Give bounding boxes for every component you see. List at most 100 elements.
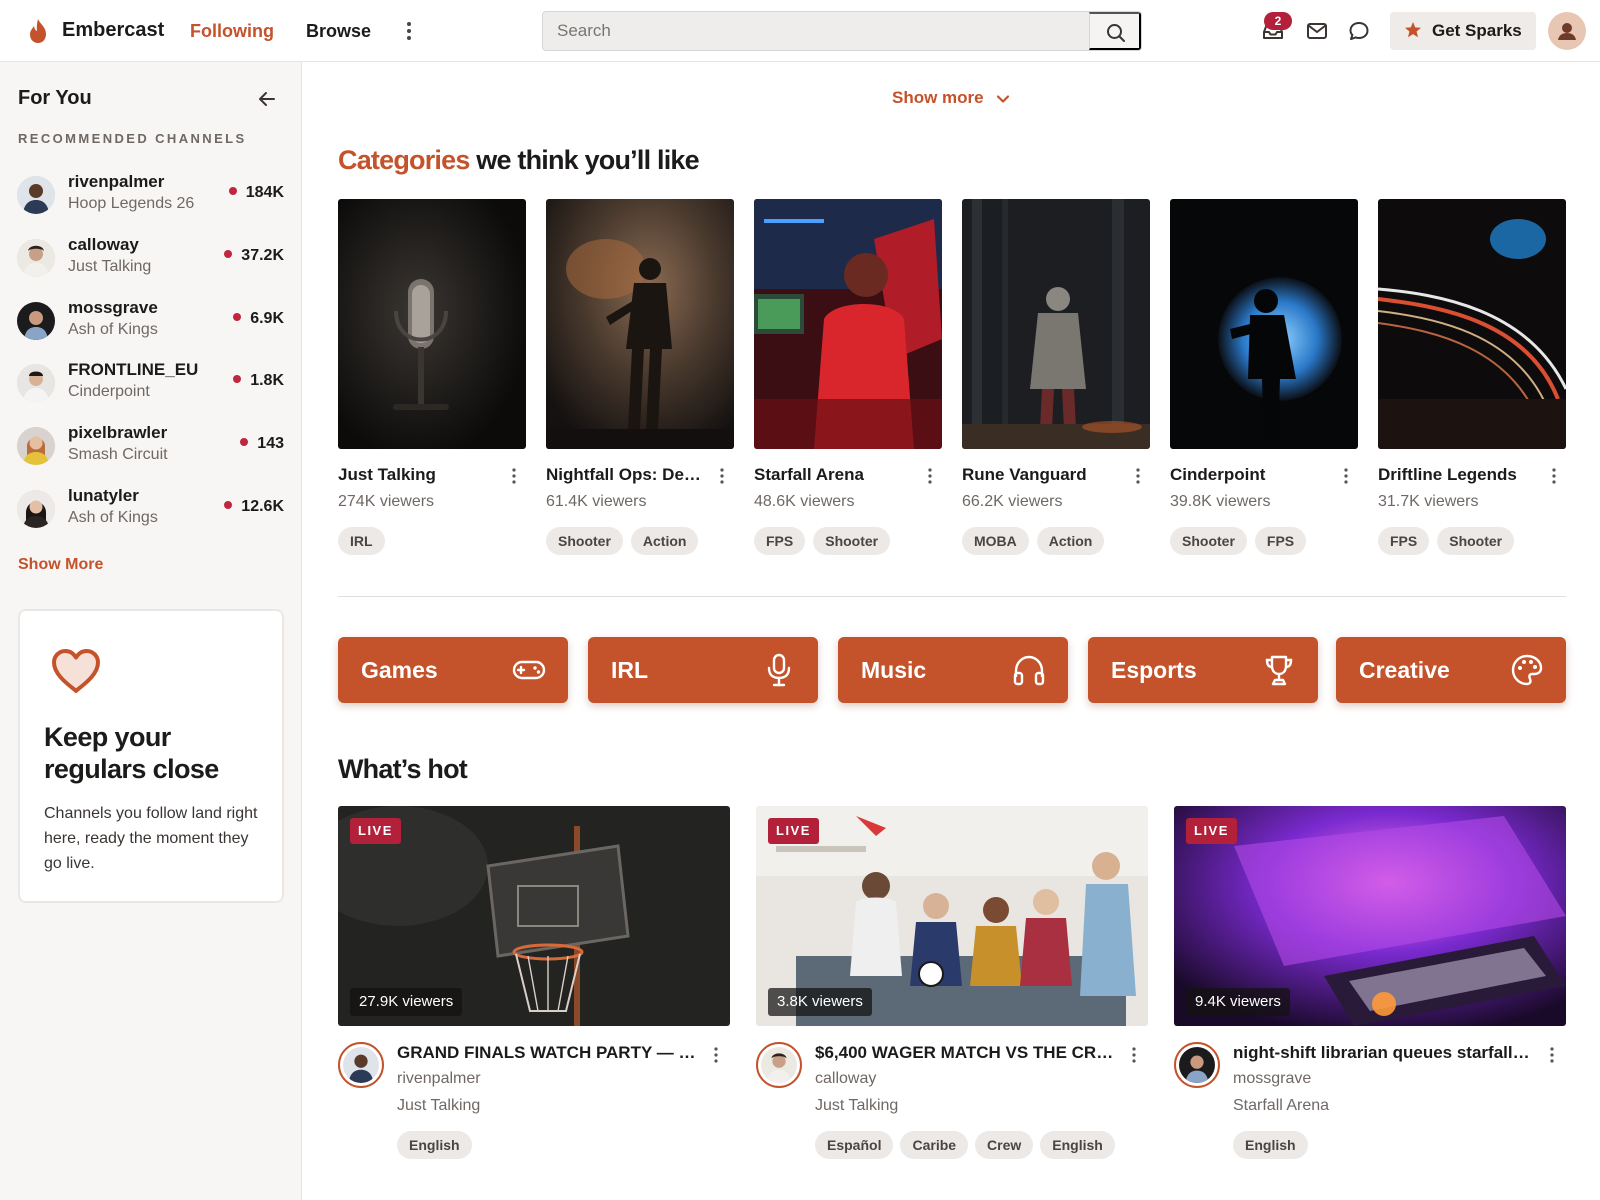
stream-tags: English (397, 1131, 472, 1159)
tag-pill[interactable]: IRL (338, 527, 385, 555)
genre-label: IRL (611, 657, 649, 683)
more-vertical-icon[interactable] (712, 1046, 720, 1064)
get-sparks-button[interactable]: Get Sparks (1390, 12, 1536, 50)
more-vertical-icon[interactable] (1342, 467, 1350, 485)
tag-pill[interactable]: Action (630, 527, 699, 555)
person-avatar-icon (17, 364, 55, 402)
category-name[interactable]: Driftline Legends (1378, 465, 1538, 485)
category-card[interactable]: Driftline Legends 31.7K viewers FPS Shoo… (1378, 199, 1566, 559)
category-card[interactable]: Cinderpoint 39.8K viewers Shooter FPS (1170, 199, 1358, 559)
stream-channel-name[interactable]: rivenpalmer (397, 1070, 481, 1088)
genre-button-music[interactable]: Music (838, 637, 1068, 703)
tag-pill[interactable]: MOBA (962, 527, 1029, 555)
tag-pill[interactable]: Crew (975, 1131, 1034, 1159)
tag-pill[interactable]: English (397, 1131, 472, 1159)
avatar[interactable] (756, 1042, 802, 1088)
avatar (17, 490, 55, 528)
tag-pill[interactable]: Shooter (546, 527, 623, 555)
search-input[interactable] (543, 12, 1091, 50)
genre-button-irl[interactable]: IRL (588, 637, 818, 703)
tag-pill[interactable]: Caribe (900, 1131, 969, 1159)
stream-title[interactable]: $6,400 WAGER MATCH VS THE CREW (815, 1043, 1115, 1063)
tag-pill[interactable]: Shooter (1437, 527, 1515, 555)
category-cover-image[interactable] (546, 199, 734, 449)
tag-pill[interactable]: FPS (1254, 527, 1307, 555)
stream-thumbnail[interactable]: LIVE 9.4K viewers (1174, 806, 1566, 1026)
stream-thumbnail[interactable]: LIVE 3.8K viewers (756, 806, 1148, 1026)
category-cover-image[interactable] (1378, 199, 1566, 449)
stream-game-name[interactable]: Starfall Arena (1233, 1097, 1329, 1115)
tag-pill[interactable]: English (1233, 1131, 1308, 1159)
category-name[interactable]: Rune Vanguard (962, 465, 1122, 485)
category-cover-image[interactable] (754, 199, 942, 449)
genre-button-creative[interactable]: Creative (1336, 637, 1566, 703)
whats-hot-heading: What’s hot (338, 754, 468, 784)
brand-name[interactable]: Embercast (62, 19, 164, 42)
user-avatar[interactable] (1548, 12, 1586, 50)
person-avatar-icon (761, 1047, 797, 1083)
nav-following[interactable]: Following (190, 21, 274, 42)
avatar[interactable] (338, 1042, 384, 1088)
microphone-cover-image (338, 199, 526, 449)
chat-bubble-icon[interactable] (1346, 18, 1372, 44)
sidebar-channel-item[interactable]: pixelbrawler Smash Circuit 143 (0, 423, 302, 483)
sidebar-channel-item[interactable]: lunatyler Ash of Kings 12.6K (0, 486, 302, 546)
stream-game-name[interactable]: Just Talking (815, 1097, 898, 1115)
stream-channel-name[interactable]: calloway (815, 1070, 876, 1088)
more-vertical-icon[interactable] (510, 467, 518, 485)
more-vertical-icon[interactable] (1548, 1046, 1556, 1064)
tag-pill[interactable]: Shooter (813, 527, 891, 555)
live-badge: LIVE (350, 818, 401, 844)
stream-title[interactable]: night-shift librarian queues starfall ar… (1233, 1043, 1533, 1063)
stream-title[interactable]: GRAND FINALS WATCH PARTY — HOOP LEGENDS … (397, 1043, 697, 1063)
category-cover-image[interactable] (338, 199, 526, 449)
genre-button-esports[interactable]: Esports (1088, 637, 1318, 703)
category-name[interactable]: Just Talking (338, 465, 498, 485)
stream-channel-name[interactable]: mossgrave (1233, 1070, 1311, 1088)
category-card[interactable]: Starfall Arena 48.6K viewers FPS Shooter (754, 199, 942, 559)
category-name[interactable]: Nightfall Ops: Deadzone (546, 465, 706, 485)
sidebar-channel-item[interactable]: calloway Just Talking 37.2K (0, 235, 302, 295)
tag-pill[interactable]: FPS (754, 527, 806, 555)
stream-game-name[interactable]: Just Talking (397, 1097, 480, 1115)
category-card[interactable]: Just Talking 274K viewers IRL (338, 199, 526, 559)
search-button[interactable] (1089, 12, 1141, 50)
genre-button-games[interactable]: Games (338, 637, 568, 703)
sidebar-channel-item[interactable]: rivenpalmer Hoop Legends 26 184K (0, 172, 302, 232)
person-avatar-icon (17, 302, 55, 340)
search-icon (1107, 24, 1125, 42)
sidebar-show-more-link[interactable]: Show More (18, 556, 103, 574)
flame-logo-icon[interactable] (26, 18, 50, 44)
more-vertical-icon[interactable] (1130, 1046, 1138, 1064)
tag-pill[interactable]: Español (815, 1131, 894, 1159)
more-vertical-icon[interactable] (1550, 467, 1558, 485)
category-card[interactable]: Nightfall Ops: Deadzone 61.4K viewers Sh… (546, 199, 734, 559)
stream-thumbnail[interactable]: LIVE 27.9K viewers (338, 806, 730, 1026)
stream-card[interactable]: LIVE 27.9K viewers GRAND FINALS WATCH PA… (338, 806, 730, 1196)
category-card[interactable]: Rune Vanguard 66.2K viewers MOBA Action (962, 199, 1150, 559)
tag-pill[interactable]: English (1040, 1131, 1115, 1159)
category-name[interactable]: Starfall Arena (754, 465, 914, 485)
person-avatar-icon (343, 1047, 379, 1083)
more-vertical-icon[interactable] (926, 467, 934, 485)
tag-pill[interactable]: Shooter (1170, 527, 1247, 555)
stream-viewer-count: 3.8K viewers (768, 988, 872, 1016)
category-cover-image[interactable] (962, 199, 1150, 449)
more-vertical-icon[interactable] (718, 467, 726, 485)
collapse-arrow-left-icon[interactable] (256, 88, 278, 110)
sidebar-channel-item[interactable]: mossgrave Ash of Kings 6.9K (0, 298, 302, 358)
category-name[interactable]: Cinderpoint (1170, 465, 1330, 485)
tag-pill[interactable]: Action (1036, 527, 1105, 555)
category-cover-image[interactable] (1170, 199, 1358, 449)
tag-pill[interactable]: FPS (1378, 527, 1430, 555)
avatar[interactable] (1174, 1042, 1220, 1088)
stream-card[interactable]: LIVE 9.4K viewers night-shift librarian … (1174, 806, 1566, 1196)
more-vertical-icon[interactable] (1134, 467, 1142, 485)
trophy-icon (1265, 655, 1293, 686)
more-vertical-icon[interactable] (400, 19, 418, 43)
nav-browse[interactable]: Browse (306, 21, 371, 42)
mail-icon[interactable] (1304, 18, 1330, 44)
show-more-button[interactable]: Show more (892, 88, 1010, 108)
stream-card[interactable]: LIVE 3.8K viewers $6,400 WAGER MATCH VS … (756, 806, 1148, 1196)
sidebar-channel-item[interactable]: FRONTLINE_EU Cinderpoint 1.8K (0, 360, 302, 420)
